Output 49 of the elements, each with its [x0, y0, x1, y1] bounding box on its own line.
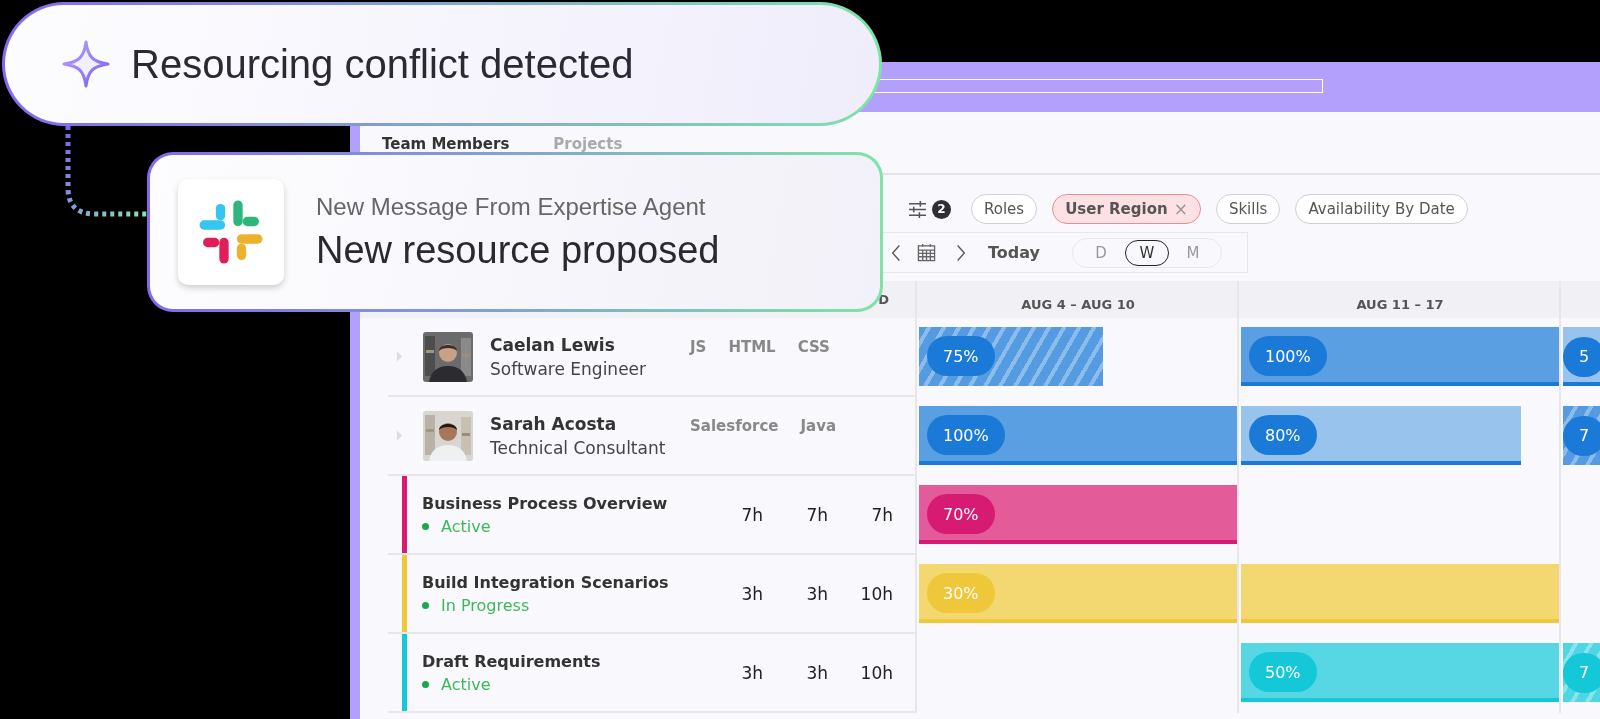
- message-sender: New Message From Expertise Agent: [316, 192, 707, 221]
- skill-tag: Salesforce: [690, 417, 779, 435]
- status-label: Active: [422, 674, 718, 694]
- next-icon[interactable]: [956, 242, 966, 263]
- skill-tag: CSS: [797, 338, 830, 356]
- hours-cell-text: 10h: [859, 662, 893, 683]
- task-name: Build Integration Scenarios: [422, 572, 670, 592]
- allocation-label: 7: [1563, 415, 1600, 456]
- allocation-label: 100%: [1249, 336, 1327, 376]
- today-button[interactable]: Today: [988, 243, 1040, 262]
- hours-cell-text: 10h: [859, 583, 893, 604]
- task-name: Draft Requirements: [422, 651, 602, 671]
- filter-chip[interactable]: Roles: [971, 194, 1038, 224]
- skill-tag: JS: [690, 338, 707, 356]
- hours-cell-text: 7h: [805, 504, 828, 525]
- filter-icon[interactable]: [908, 200, 927, 218]
- skill-tag: Java: [800, 417, 837, 435]
- person-role: Software Engineer: [490, 358, 648, 379]
- person-role: Technical Consultant: [490, 437, 667, 458]
- hours-cell-text: 3h: [805, 583, 828, 604]
- column-header: AUG 4 – AUG 10: [1021, 296, 1135, 312]
- task-name: Business Process Overview: [422, 493, 669, 513]
- hours-cell-text: 3h: [805, 662, 828, 683]
- allocation-label: 7: [1563, 652, 1600, 693]
- sparkle-icon: [61, 39, 111, 89]
- hours-cell-text: 7h: [740, 504, 763, 525]
- expand-icon[interactable]: [396, 350, 403, 363]
- filter-chip[interactable]: Availability By Date: [1295, 194, 1468, 224]
- allocation-label: 100%: [927, 415, 1005, 455]
- person-name: Caelan Lewis: [490, 334, 616, 355]
- column-header: AUG 11 – 17: [1356, 296, 1444, 312]
- hours-cell-text: 3h: [740, 583, 763, 604]
- count-badge: 2: [932, 199, 951, 219]
- tab[interactable]: Team Members: [382, 135, 510, 153]
- skill-tag: HTML: [728, 338, 776, 356]
- filter-chip[interactable]: Skills: [1215, 194, 1281, 224]
- alert-title: Resourcing conflict detected: [131, 41, 634, 87]
- expand-icon[interactable]: [396, 429, 403, 442]
- hours-cell-text: 3h: [740, 662, 763, 683]
- status-label: Active: [422, 516, 718, 536]
- allocation-bar[interactable]: 7: [1563, 406, 1600, 465]
- hours-cell-text: 7h: [870, 504, 893, 525]
- allocation-label: 5: [1563, 336, 1600, 377]
- filter-chip[interactable]: User Region ×: [1052, 194, 1201, 224]
- status-label: In Progress: [422, 595, 718, 615]
- message-title: New resource proposed: [316, 228, 720, 272]
- previous-icon[interactable]: [891, 242, 901, 263]
- calendar-icon[interactable]: [917, 243, 936, 262]
- person-name: Sarah Acosta: [490, 413, 618, 434]
